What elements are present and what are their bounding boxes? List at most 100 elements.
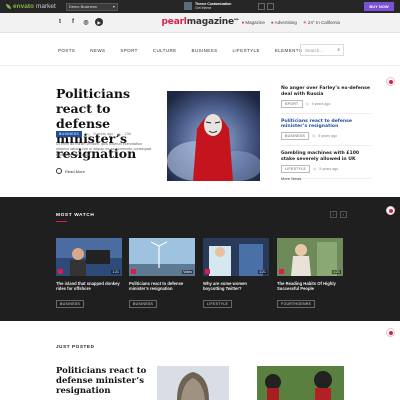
clock-icon: ◷ xyxy=(312,134,316,139)
more-news-link[interactable]: More News xyxy=(281,176,301,181)
theme-select-value: Demo Business xyxy=(68,3,97,9)
carousel-arrows: ‹ › xyxy=(330,211,347,218)
video-card[interactable]: 1:21 Why are some women boycotting Twitt… xyxy=(203,238,269,310)
envato-leaf-icon xyxy=(6,4,11,9)
nav-item-posts[interactable]: POSTS xyxy=(58,48,75,53)
category-badge[interactable]: LIFESTYLE xyxy=(281,164,311,173)
site-logo[interactable]: pearlmagazinewp xyxy=(0,17,400,27)
logo-part-magazine: magazine xyxy=(186,17,234,27)
just-posted-image[interactable] xyxy=(257,366,344,400)
video-thumbnail[interactable]: 1:21 xyxy=(277,238,343,276)
category-badge[interactable]: FOURTHGENRE xyxy=(277,299,316,308)
envato-logo[interactable]: envato market xyxy=(6,3,56,10)
side-news-time: 5 years ago xyxy=(318,134,338,139)
video-thumbnail[interactable]: 1:21 xyxy=(203,238,269,276)
theme-thumbnail xyxy=(184,2,192,10)
hero-views: 236 xyxy=(124,132,131,136)
side-news-list: No anger over Farley’s ex-defense deal w… xyxy=(281,86,371,184)
read-more-button[interactable]: Read More xyxy=(56,168,85,174)
video-thumbnail[interactable]: 1:21 xyxy=(56,238,122,276)
search-input[interactable]: Search... ⌕ xyxy=(300,44,344,56)
weather-icon: ☀ xyxy=(302,20,307,25)
section-title: MOST WATCH xyxy=(56,213,95,218)
hero-excerpt: Ut enim ad minim veniam, quis nostrud ex… xyxy=(56,142,153,157)
floating-action-icon[interactable] xyxy=(386,206,395,215)
category-badge[interactable]: SPORT xyxy=(281,99,303,108)
clock-icon: ◷ xyxy=(313,166,317,171)
theme-info[interactable]: Theme Customization Get theme xyxy=(184,2,231,10)
envato-device-icons xyxy=(258,3,274,10)
category-badge[interactable]: BUSINESS xyxy=(56,299,85,308)
nav-item-lifestyle[interactable]: LIFESTYLE xyxy=(232,48,259,53)
nav-item-elements[interactable]: ELEMENTS xyxy=(275,48,302,53)
video-duration: 1:21 xyxy=(111,270,120,274)
video-duration: Video xyxy=(182,270,193,274)
theme-info-text: Get theme xyxy=(195,6,212,10)
video-card[interactable]: Video Politicians react to defense minis… xyxy=(129,238,195,310)
nav-item-culture[interactable]: CULTURE xyxy=(153,48,177,53)
video-card[interactable]: 1:21 The Reading Habits Of Highly Succes… xyxy=(277,238,343,310)
weather-info: ☀24° In California xyxy=(302,20,340,25)
header-link-magazine[interactable]: ●Magazine xyxy=(242,20,265,26)
nav-item-business[interactable]: BUSINESS xyxy=(192,48,218,53)
chevron-down-icon: ▾ xyxy=(112,3,115,9)
side-news-time: 5 years ago xyxy=(319,166,339,171)
just-posted-lead-title[interactable]: Politicians react to defense minister’s … xyxy=(56,366,166,396)
most-watch-section: MOST WATCH ‹ › 1:21 The island that snap… xyxy=(0,197,400,321)
hero-photo-graphic xyxy=(167,91,260,181)
site-header: t f ◎ ▶ pearlmagazinewp ●Magazine ●Adver… xyxy=(0,13,400,33)
play-icon xyxy=(279,269,284,274)
image-graphic xyxy=(257,366,344,400)
arrow-circle-icon xyxy=(56,168,62,174)
theme-demo-select[interactable]: Demo Business ▾ xyxy=(65,2,118,11)
mobile-icon[interactable] xyxy=(267,3,274,10)
envato-brand-suffix: market xyxy=(35,3,56,10)
just-posted-image[interactable] xyxy=(157,366,229,400)
logo-tm: wp xyxy=(233,17,239,21)
floating-action-icon[interactable] xyxy=(386,328,395,337)
logo-part-pearl: pearl xyxy=(161,17,187,27)
clock-icon: ◷ xyxy=(305,101,309,106)
header-link-advertising[interactable]: ●Advertising xyxy=(271,20,297,26)
video-title[interactable]: Politicians react to defense minister’s … xyxy=(129,281,195,292)
hero-category-badge[interactable]: BUSINESS xyxy=(56,131,83,137)
hero-image[interactable] xyxy=(167,91,260,181)
video-duration: 1:21 xyxy=(258,270,267,274)
category-badge[interactable]: LIFESTYLE xyxy=(203,299,233,308)
header-right-links: ●Magazine ●Advertising ☀24° In Californi… xyxy=(242,20,340,26)
side-news-title[interactable]: Gambling machines with £100 stake severe… xyxy=(281,151,371,163)
chevron-right-icon[interactable]: › xyxy=(340,211,347,218)
buy-now-button[interactable]: BUY NOW xyxy=(364,2,394,11)
search-icon[interactable]: ⌕ xyxy=(337,47,340,53)
play-icon xyxy=(131,269,136,274)
nav-item-sport[interactable]: SPORT xyxy=(120,48,137,53)
clock-icon: ◷ xyxy=(86,132,90,137)
video-card[interactable]: 1:21 The island that snapped donkey ride… xyxy=(56,238,122,310)
floating-action-icon[interactable] xyxy=(386,77,395,86)
read-more-label: Read More xyxy=(65,168,85,174)
side-news-title[interactable]: Politicians react to defense minister’s … xyxy=(281,119,371,131)
search-placeholder: Search... xyxy=(305,48,324,53)
video-title[interactable]: The island that snapped donkey rides for… xyxy=(56,281,122,292)
hero-meta: BUSINESS ◷ 5 years ago ◉ 236 xyxy=(56,131,131,137)
nav-item-news[interactable]: NEWS xyxy=(90,48,105,53)
list-item[interactable]: Politicians react to defense minister’s … xyxy=(281,119,371,147)
video-title[interactable]: Why are some women boycotting Twitter? xyxy=(203,281,269,292)
envato-brand: envato xyxy=(13,3,34,10)
category-badge[interactable]: BUSINESS xyxy=(129,299,158,308)
list-item[interactable]: Gambling machines with £100 stake severe… xyxy=(281,151,371,179)
video-thumbnail[interactable]: Video xyxy=(129,238,195,276)
category-badge[interactable]: BUSINESS xyxy=(281,132,310,141)
image-graphic xyxy=(157,366,229,400)
side-news-title[interactable]: No anger over Farley’s ex-defense deal w… xyxy=(281,86,371,98)
section-title: JUST POSTED xyxy=(56,344,95,349)
chevron-left-icon[interactable]: ‹ xyxy=(330,211,337,218)
video-title[interactable]: The Reading Habits Of Highly Successful … xyxy=(277,281,343,292)
play-icon xyxy=(205,269,210,274)
title-underline xyxy=(56,221,67,222)
list-item[interactable]: No anger over Farley’s ex-defense deal w… xyxy=(281,86,371,114)
hero-time: 5 years ago xyxy=(93,132,114,136)
eye-icon: ◉ xyxy=(117,132,121,137)
desktop-icon[interactable] xyxy=(258,3,265,10)
main-nav: POSTS NEWS SPORT CULTURE BUSINESS LIFEST… xyxy=(0,34,400,66)
